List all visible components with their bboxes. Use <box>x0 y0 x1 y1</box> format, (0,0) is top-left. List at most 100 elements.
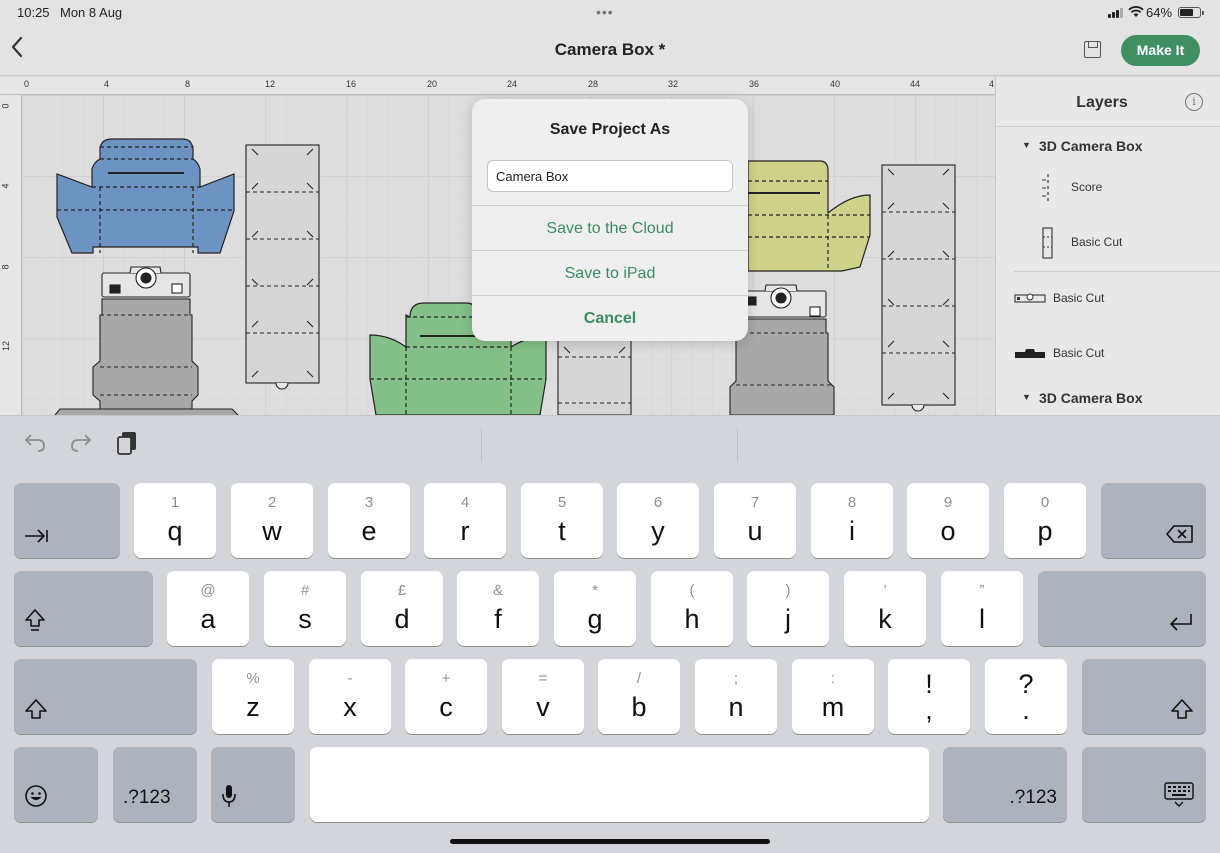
layer-group[interactable]: ▼ 3D Camera Box <box>996 385 1220 411</box>
key-h[interactable]: (h <box>651 571 733 646</box>
key-b[interactable]: / b <box>598 659 680 734</box>
cancel-button[interactable]: Cancel <box>472 295 748 340</box>
keyboard-toolbar <box>0 415 1220 473</box>
return-icon <box>1168 612 1194 638</box>
key-d[interactable]: £ d <box>361 571 443 646</box>
key-w[interactable]: 2w <box>231 483 313 558</box>
key-u[interactable]: 7u <box>714 483 796 558</box>
key-a[interactable]: @ a <box>167 571 249 646</box>
shift-icon <box>1170 698 1194 726</box>
key-alt-label: : <box>830 670 836 687</box>
wifi-icon <box>1128 5 1144 21</box>
key-n[interactable]: ; n <box>695 659 777 734</box>
key-alt-label: / <box>636 670 642 687</box>
shift-key-right[interactable] <box>1082 659 1206 734</box>
key-label: a <box>200 604 216 634</box>
key-z[interactable]: % z <box>212 659 294 734</box>
redo-icon[interactable] <box>70 432 92 458</box>
disclosure-triangle-icon[interactable]: ▼ <box>1022 140 1031 150</box>
info-icon[interactable]: i <box>1185 93 1203 111</box>
undo-icon[interactable] <box>24 432 46 458</box>
key-t[interactable]: 5t <box>521 483 603 558</box>
key-k[interactable]: ’ k <box>844 571 926 646</box>
emoji-key[interactable] <box>14 747 98 822</box>
key-y[interactable]: 6y <box>617 483 699 558</box>
caps-lock-icon <box>24 608 46 638</box>
key-label-question: ? <box>1018 669 1034 699</box>
ruler-label: 12 <box>1 340 12 352</box>
key-label: y <box>651 516 665 546</box>
layers-header: Layers i <box>996 77 1220 127</box>
backspace-icon <box>1166 524 1194 550</box>
ruler-label: 0 <box>24 79 30 89</box>
divider <box>737 428 738 462</box>
layer-group[interactable]: ▼ 3D Camera Box <box>996 133 1220 159</box>
save-to-cloud-button[interactable]: Save to the Cloud <box>472 205 748 250</box>
floppy-disk-icon[interactable] <box>1084 41 1101 58</box>
key-alt-label: 1 <box>170 494 180 511</box>
make-it-button[interactable]: Make It <box>1121 35 1200 66</box>
ruler-label: 8 <box>0 264 11 270</box>
disclosure-triangle-icon[interactable]: ▼ <box>1022 392 1031 402</box>
home-indicator[interactable] <box>450 839 770 844</box>
battery-icon <box>1178 7 1204 18</box>
key-l[interactable]: ” l <box>941 571 1023 646</box>
key-label: t <box>558 516 566 546</box>
key-alt-label: 4 <box>460 494 470 511</box>
key-r[interactable]: 4r <box>424 483 506 558</box>
tab-key[interactable] <box>14 483 120 558</box>
key-alt-label: ’ <box>883 582 887 599</box>
layer-item-score[interactable]: Score <box>996 163 1220 213</box>
key-e[interactable]: 3e <box>328 483 410 558</box>
status-date: Mon 8 Aug <box>60 5 123 20</box>
divider <box>1014 271 1220 272</box>
ruler-label: 44 <box>910 79 921 89</box>
layer-item-basic-cut[interactable]: Basic Cut <box>996 274 1220 324</box>
key-label: h <box>684 604 700 634</box>
key-period[interactable]: ? . <box>985 659 1067 734</box>
layer-item-basic-cut[interactable]: Basic Cut <box>996 218 1220 268</box>
backspace-key[interactable] <box>1101 483 1206 558</box>
key-comma[interactable]: ! , <box>888 659 970 734</box>
layer-item-basic-cut[interactable]: Basic Cut <box>996 329 1220 379</box>
caps-lock-key[interactable] <box>14 571 153 646</box>
key-v[interactable]: = v <box>502 659 584 734</box>
key-c[interactable]: + c <box>405 659 487 734</box>
key-alt-label: 3 <box>364 494 374 511</box>
ruler-label: 8 <box>185 79 191 89</box>
save-to-ipad-button[interactable]: Save to iPad <box>472 250 748 295</box>
dismiss-keyboard-key[interactable] <box>1082 747 1206 822</box>
space-bar[interactable] <box>310 747 929 822</box>
shift-key-left[interactable] <box>14 659 197 734</box>
key-p[interactable]: 0p <box>1004 483 1086 558</box>
dictation-key[interactable] <box>211 747 295 822</box>
key-q[interactable]: 1q <box>134 483 216 558</box>
numbers-key-right[interactable]: .?123 <box>943 747 1067 822</box>
return-key[interactable] <box>1038 571 1206 646</box>
paste-icon[interactable] <box>116 430 138 462</box>
key-alt-label: 8 <box>847 494 857 511</box>
key-j[interactable]: ) j <box>747 571 829 646</box>
key-alt-label: ) <box>785 582 791 599</box>
numbers-key-left[interactable]: .?123 <box>113 747 197 822</box>
key-f[interactable]: & f <box>457 571 539 646</box>
key-s[interactable]: # s <box>264 571 346 646</box>
ruler-label: 12 <box>265 79 276 89</box>
key-label: n <box>728 692 744 722</box>
key-label-exclamation: ! <box>925 669 933 699</box>
key-o[interactable]: 9o <box>907 483 989 558</box>
key-m[interactable]: :m <box>792 659 874 734</box>
multitasking-dots-icon[interactable]: ••• <box>596 5 614 19</box>
strip-piece-middle <box>557 338 632 415</box>
key-label: g <box>587 604 603 634</box>
key-i[interactable]: 8i <box>811 483 893 558</box>
key-x[interactable]: -x <box>309 659 391 734</box>
shift-icon <box>24 698 48 726</box>
divider <box>481 428 482 462</box>
ruler-label: 4 <box>104 79 110 89</box>
key-g[interactable]: * g <box>554 571 636 646</box>
project-name-input[interactable] <box>487 160 733 192</box>
layer-label: Basic Cut <box>1071 235 1123 249</box>
key-alt-label: £ <box>397 582 407 599</box>
camera-silhouette-icon <box>1015 349 1045 358</box>
